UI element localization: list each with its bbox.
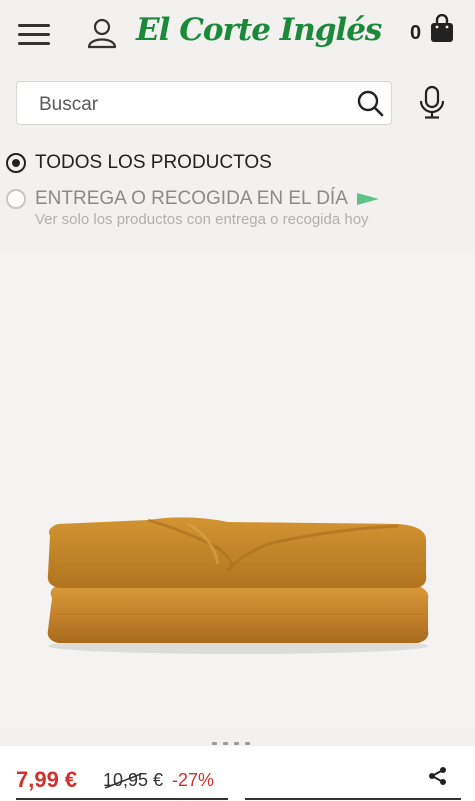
discount-badge: -27% [172, 770, 215, 790]
price-strikethrough [104, 773, 142, 789]
top-header: El Corte Inglés 0 [0, 0, 475, 68]
search-icon[interactable] [356, 89, 384, 117]
filter-same-day[interactable]: ENTREGA O RECOGIDA EN EL DÍA [6, 188, 380, 210]
microphone-icon[interactable] [418, 85, 446, 121]
search-input[interactable] [37, 92, 341, 118]
current-price: 7,99 € [16, 767, 78, 792]
share-icon[interactable] [428, 766, 448, 786]
radio-selected[interactable] [6, 153, 26, 173]
cart-button[interactable]: 0 [405, 12, 461, 52]
filter-same-day-subtext: Ver solo los productos con entrega o rec… [35, 211, 369, 228]
shopping-bag-icon [431, 14, 453, 42]
radio-unselected[interactable] [6, 189, 26, 209]
divider-right [245, 798, 461, 800]
cart-count: 0 [410, 22, 422, 44]
green-flag-icon [356, 193, 379, 205]
filter-same-day-label: ENTREGA O RECOGIDA EN EL DÍA [35, 188, 348, 209]
delivery-filters: TODOS LOS PRODUCTOS ENTREGA O RECOGIDA E… [0, 138, 475, 240]
logo-text: El Corte Inglés [136, 12, 382, 48]
carousel-dots[interactable] [212, 742, 250, 745]
product-image[interactable] [38, 268, 438, 688]
filter-all-products[interactable]: TODOS LOS PRODUCTOS [6, 152, 272, 174]
user-icon[interactable] [84, 16, 120, 52]
el-corte-ingles-logo[interactable]: El Corte Inglés [136, 6, 382, 60]
filter-all-products-label: TODOS LOS PRODUCTOS [35, 152, 272, 173]
hamburger-menu-icon[interactable] [18, 22, 50, 48]
search-box [16, 81, 392, 125]
old-price: 10,95 € [103, 770, 163, 791]
divider-left [16, 798, 228, 800]
price-bar: 7,99 € 10,95 € -27% [0, 746, 475, 801]
